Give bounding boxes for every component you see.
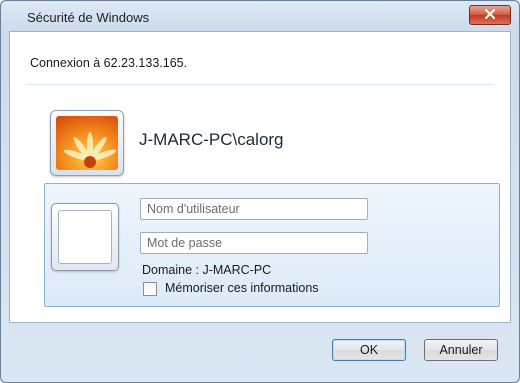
- remember-label[interactable]: Mémoriser ces informations: [165, 281, 319, 295]
- window-title: Sécurité de Windows: [27, 10, 150, 25]
- domain-label: Domaine : J-MARC-PC: [142, 263, 272, 277]
- user-tile: [51, 203, 119, 271]
- username-field[interactable]: Nom d'utilisateur: [140, 198, 368, 220]
- password-field[interactable]: Mot de passe: [140, 232, 368, 254]
- ok-button[interactable]: OK: [332, 339, 406, 361]
- connection-text: Connexion à 62.23.133.165.: [30, 56, 188, 70]
- close-icon: [484, 6, 496, 24]
- title-bar[interactable]: Sécurité de Windows: [1, 1, 519, 29]
- separator: [28, 84, 494, 85]
- dialog-footer: OK Annuler: [1, 322, 519, 382]
- saved-account-tile[interactable]: [50, 110, 124, 176]
- security-dialog: Sécurité de Windows Connexion à 62.23.13…: [0, 0, 520, 383]
- close-button[interactable]: [469, 5, 511, 25]
- remember-checkbox[interactable]: [143, 282, 157, 296]
- cancel-button[interactable]: Annuler: [424, 339, 498, 361]
- saved-account-username[interactable]: J-MARC-PC\calorg: [139, 130, 284, 150]
- blank-avatar-icon: [58, 210, 112, 264]
- dialog-content: Connexion à 62.23.133.165. J-MARC-PC\cal…: [9, 31, 511, 323]
- credential-panel: Nom d'utilisateur Mot de passe Domaine :…: [44, 183, 500, 307]
